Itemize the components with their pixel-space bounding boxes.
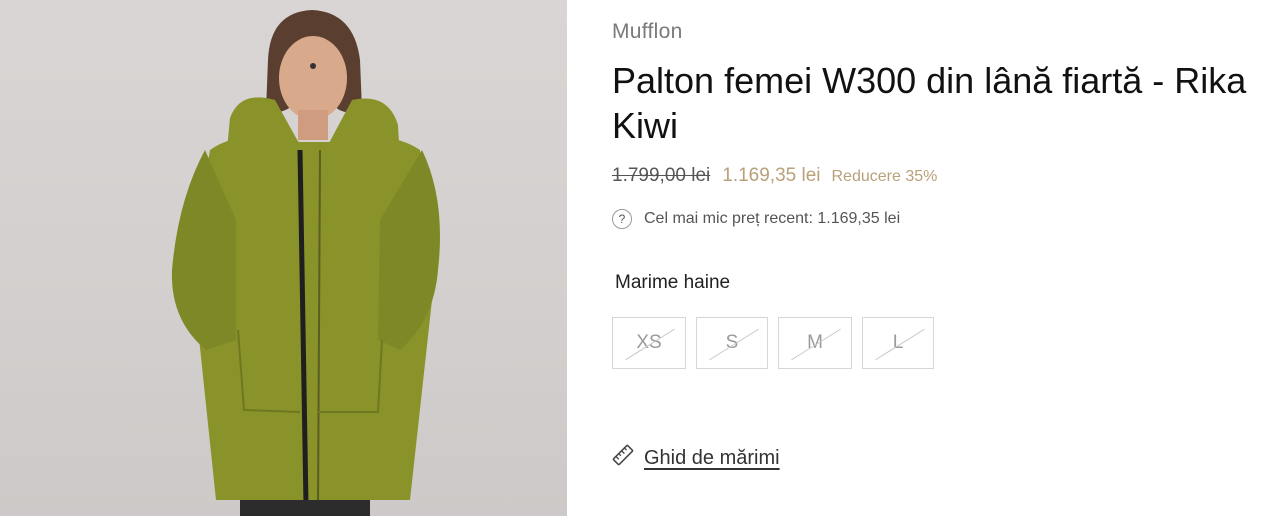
brand-name[interactable]: Mufflon (612, 20, 683, 44)
old-price: 1.799,00 lei (612, 165, 711, 186)
size-label: Marime haine (615, 272, 731, 293)
product-photo-illustration (171, 10, 440, 516)
lowest-price-text: Cel mai mic preț recent: 1.169,35 lei (644, 210, 901, 227)
size-selector: XS S M L (612, 317, 944, 369)
current-price: 1.169,35 lei (722, 165, 821, 186)
size-option-xs[interactable]: XS (612, 317, 686, 369)
product-image[interactable] (0, 0, 567, 516)
size-option-s[interactable]: S (696, 317, 768, 369)
size-guide-text: Ghid de mărimi (644, 446, 780, 469)
lowest-price-info: ? Cel mai mic preț recent: 1.169,35 lei (612, 209, 900, 229)
ruler-icon (612, 444, 634, 472)
size-option-l[interactable]: L (862, 317, 934, 369)
size-guide-link[interactable]: Ghid de mărimi (612, 444, 780, 472)
discount-badge: Reducere 35% (831, 168, 938, 185)
question-circle-icon[interactable]: ? (612, 209, 632, 229)
size-option-m[interactable]: M (778, 317, 852, 369)
price-row: 1.799,00 lei 1.169,35 lei Reducere 35% (612, 165, 937, 187)
product-title: Palton femei W300 din lână fiartă - Rika… (612, 60, 1247, 146)
